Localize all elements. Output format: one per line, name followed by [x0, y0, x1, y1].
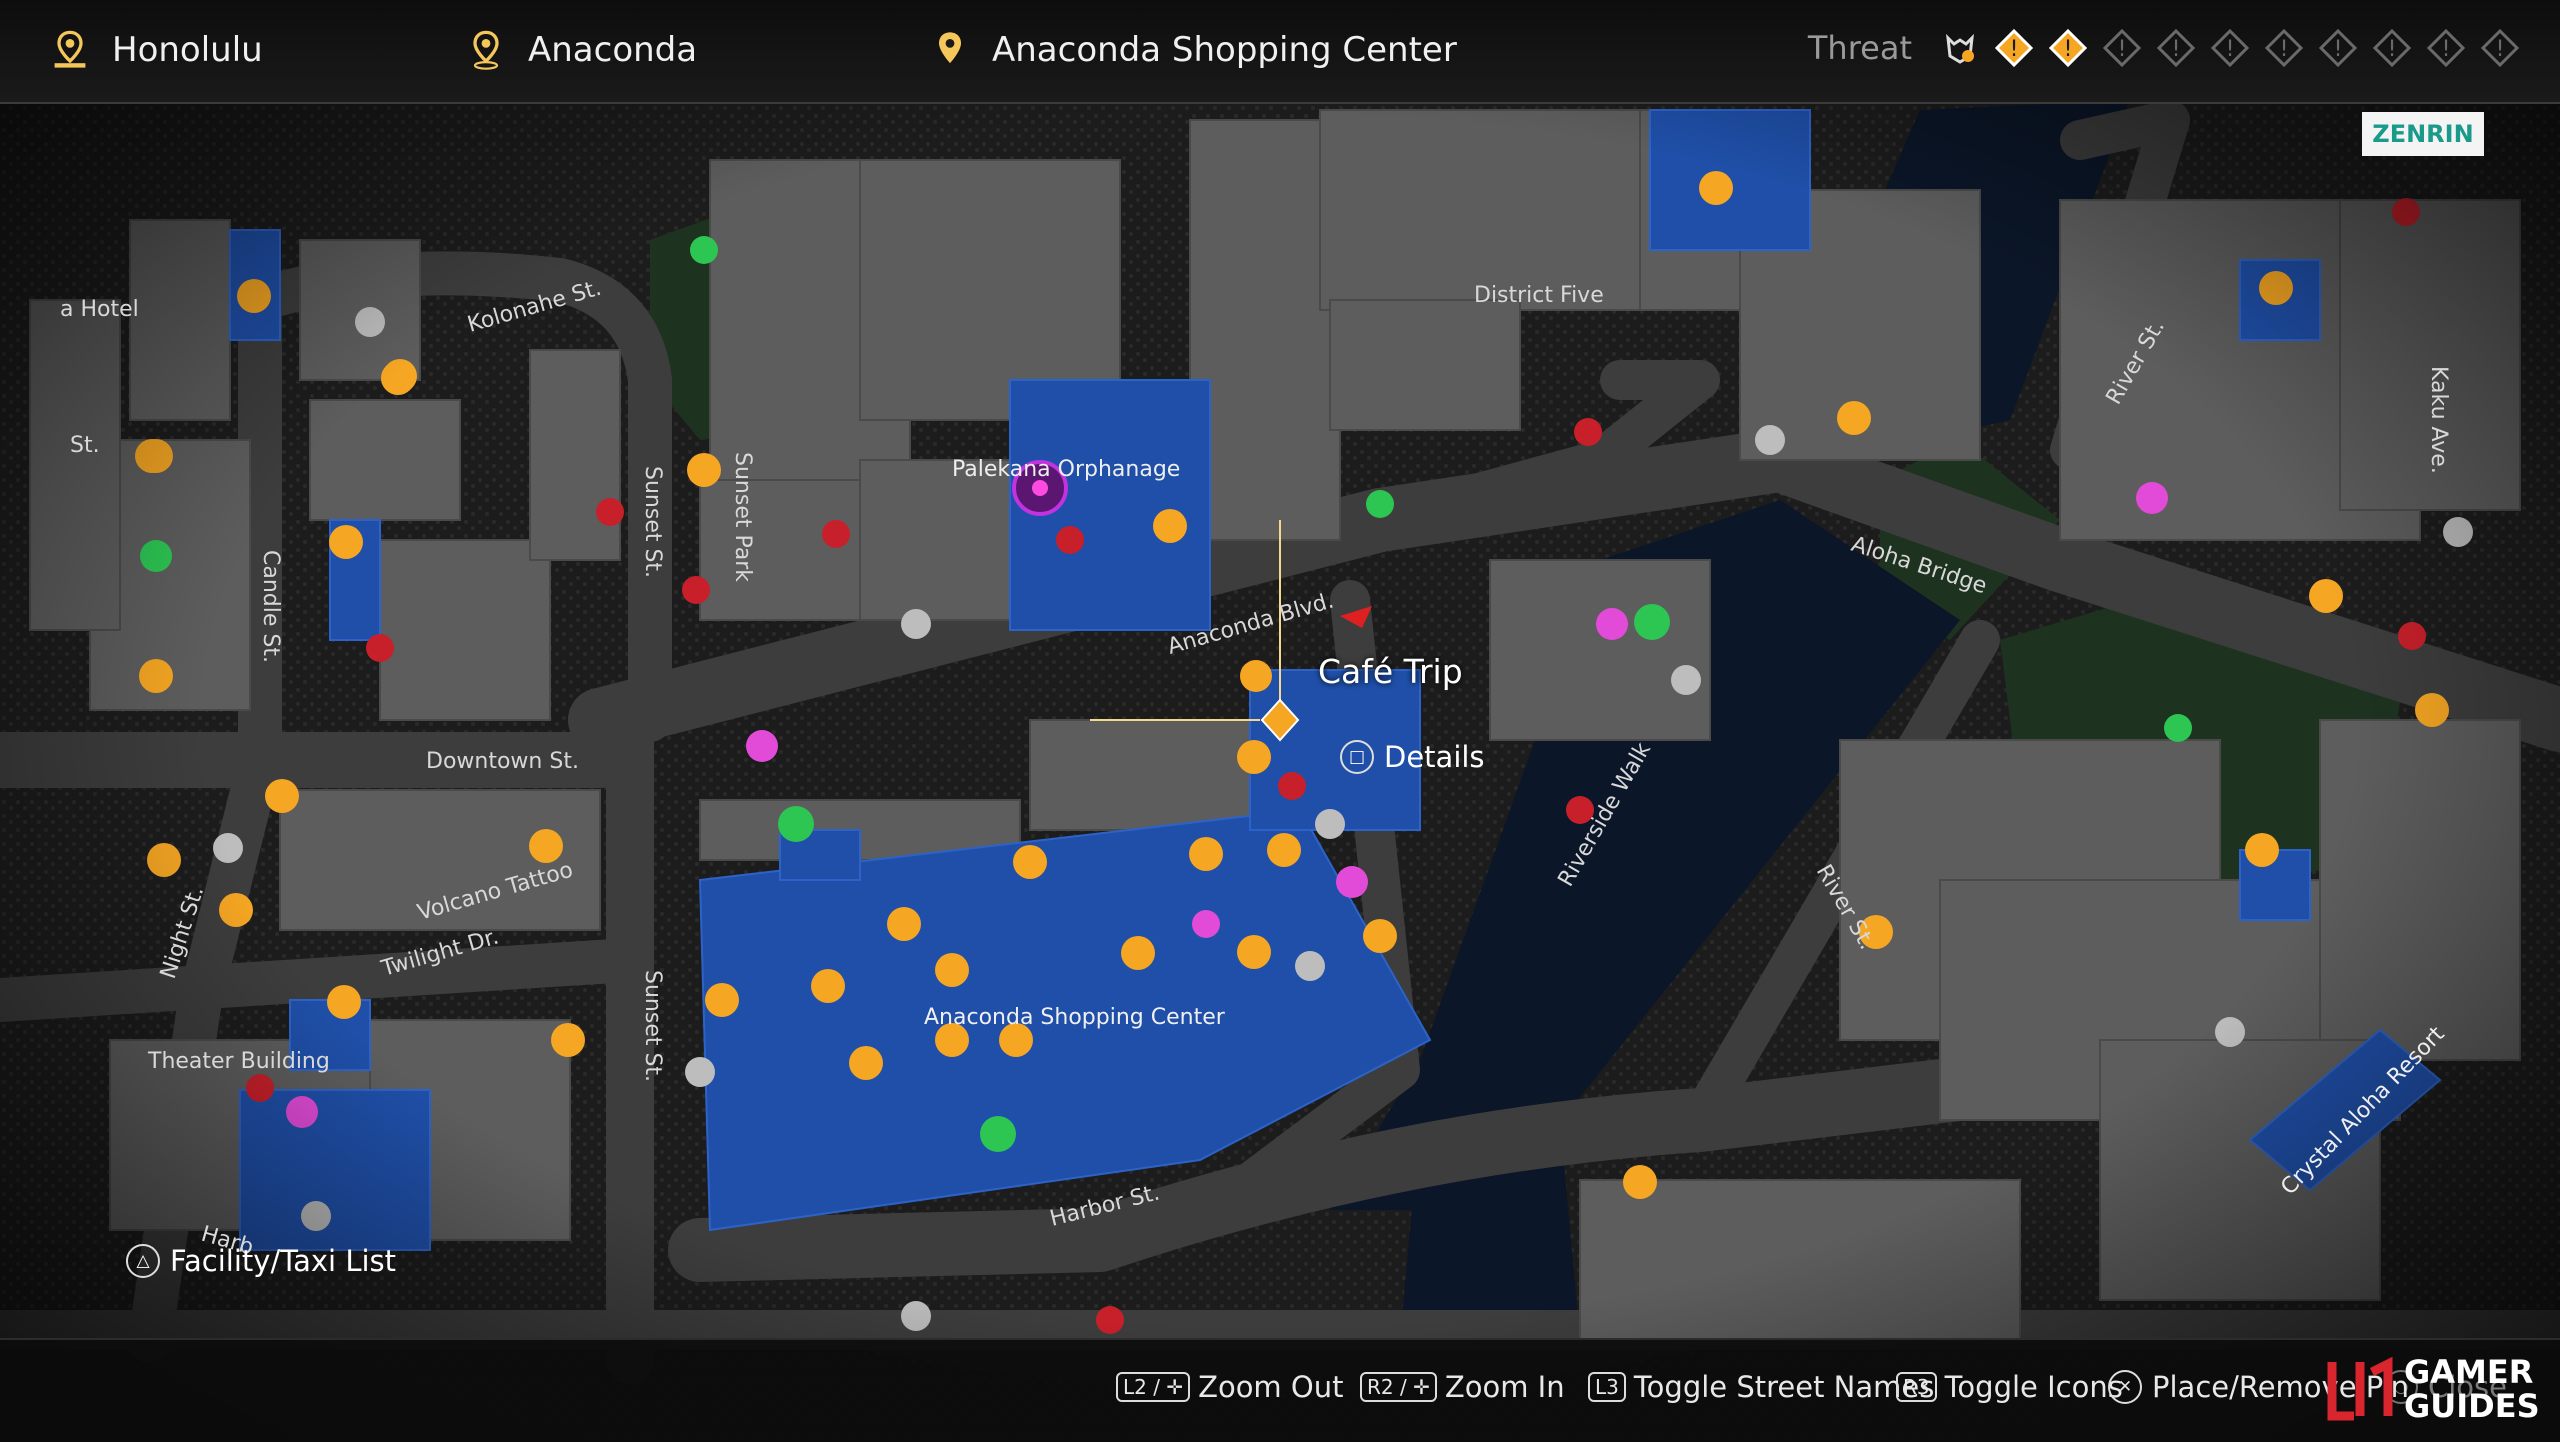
threat-pip-inactive-icon: ! — [2372, 28, 2412, 68]
logo-line-2: GUIDES — [2404, 1387, 2540, 1425]
facility-taxi-list-label: Facility/Taxi List — [170, 1244, 397, 1278]
l2-button-icon: L2 / ✛ — [1116, 1372, 1191, 1402]
district-name: Anaconda — [528, 30, 698, 70]
logo-text: GAMER GUIDES — [2404, 1355, 2540, 1423]
label-sunset-st-1: Sunset St. — [640, 466, 665, 578]
label-shopping-center: Anaconda Shopping Center — [924, 1005, 1226, 1030]
selected-poi-title: Café Trip — [1318, 652, 1463, 691]
label-palekana: Palekana Orphanage — [952, 457, 1180, 482]
toggle-icons-control[interactable]: R3 Toggle Icons — [1896, 1370, 2123, 1404]
location-pin-icon — [939, 32, 961, 64]
threat-pip-inactive-icon: ! — [2156, 28, 2196, 68]
threat-pip-inactive-icon: ! — [2102, 28, 2142, 68]
label-hotel-partial: a Hotel — [60, 297, 139, 322]
label-sunset-park: Sunset Park — [730, 452, 755, 582]
region-name: Honolulu — [112, 30, 263, 70]
toggle-street-names-control[interactable]: L3 Toggle Street Names — [1588, 1370, 1934, 1404]
r3-button-icon: R3 — [1896, 1372, 1937, 1402]
svg-text:!: ! — [2388, 37, 2397, 62]
threat-pip-active-icon: ! — [1994, 28, 2034, 68]
city-map[interactable]: District Five Kolonahe St. Palekana Orph… — [0, 0, 2560, 1440]
threat-pip-active-icon: ! — [2048, 28, 2088, 68]
location-name: Anaconda Shopping Center — [992, 30, 1457, 70]
zoom-in-label: Zoom In — [1444, 1370, 1565, 1404]
facility-taxi-list-button[interactable]: △ Facility/Taxi List — [126, 1244, 396, 1278]
l3-button-icon: L3 — [1588, 1372, 1626, 1402]
r2-button-icon: R2 / ✛ — [1360, 1372, 1437, 1402]
label-theater: Theater Building — [147, 1049, 330, 1074]
district-location: Anaconda — [464, 28, 697, 72]
region-pin-icon — [54, 30, 86, 68]
zoom-out-label: Zoom Out — [1198, 1370, 1344, 1404]
zoom-out-control[interactable]: L2 / ✛ Zoom Out — [1116, 1370, 1343, 1404]
threat-pip-inactive-icon: ! — [2318, 28, 2358, 68]
location-header: Honolulu Anaconda Anaconda Shopping Cent… — [0, 0, 2560, 104]
region-location: Honolulu — [48, 28, 263, 72]
threat-pip-inactive-icon: ! — [2480, 28, 2520, 68]
label-sunset-st-2: Sunset St. — [640, 970, 665, 1082]
svg-text:!: ! — [2226, 37, 2235, 62]
triangle-button-icon: △ — [126, 1244, 160, 1278]
threat-pip-inactive-icon: ! — [2426, 28, 2466, 68]
label-district-five: District Five — [1474, 283, 1604, 308]
svg-text:!: ! — [2010, 37, 2019, 62]
threat-pip-inactive-icon: ! — [2264, 28, 2304, 68]
details-button[interactable]: □ Details — [1340, 740, 1485, 774]
details-label: Details — [1384, 740, 1485, 774]
threat-pips: !!!!!!!!!! — [1980, 28, 2520, 68]
svg-text:!: ! — [2280, 37, 2289, 62]
label-downtown: Downtown St. — [426, 749, 579, 774]
cross-button-icon: ✕ — [2108, 1370, 2142, 1404]
controls-bar: L2 / ✛ Zoom Out R2 / ✛ Zoom In L3 Toggle… — [0, 1338, 2560, 1442]
threat-meter: Threat !!!!!!!!!! — [1808, 28, 2520, 68]
label-kaku: Kaku Ave. — [2426, 366, 2451, 474]
square-button-icon: □ — [1340, 740, 1374, 774]
zenrin-badge: ZENRIN — [2362, 112, 2484, 156]
gamer-guides-logo: GAMER GUIDES — [2326, 1346, 2546, 1432]
threat-label: Threat — [1807, 29, 1912, 67]
district-pin-icon — [473, 30, 499, 70]
threat-pip-inactive-icon: ! — [2210, 28, 2250, 68]
svg-text:!: ! — [2172, 37, 2181, 62]
toggle-street-names-label: Toggle Street Names — [1633, 1370, 1935, 1404]
current-location: Anaconda Shopping Center — [928, 28, 1457, 72]
toggle-icons-label: Toggle Icons — [1944, 1370, 2123, 1404]
gamer-guides-logo-icon — [2327, 1356, 2393, 1421]
svg-text:!: ! — [2118, 37, 2127, 62]
label-st-partial: St. — [70, 433, 100, 458]
svg-text:!: ! — [2334, 37, 2343, 62]
svg-text:!: ! — [2496, 37, 2505, 62]
svg-text:!: ! — [2442, 37, 2451, 62]
logo-line-1: GAMER — [2404, 1353, 2534, 1391]
zoom-in-control[interactable]: R2 / ✛ Zoom In — [1360, 1370, 1565, 1404]
label-candle: Candle St. — [258, 550, 283, 663]
svg-text:!: ! — [2064, 37, 2073, 62]
threat-devil-icon — [1946, 33, 1974, 64]
